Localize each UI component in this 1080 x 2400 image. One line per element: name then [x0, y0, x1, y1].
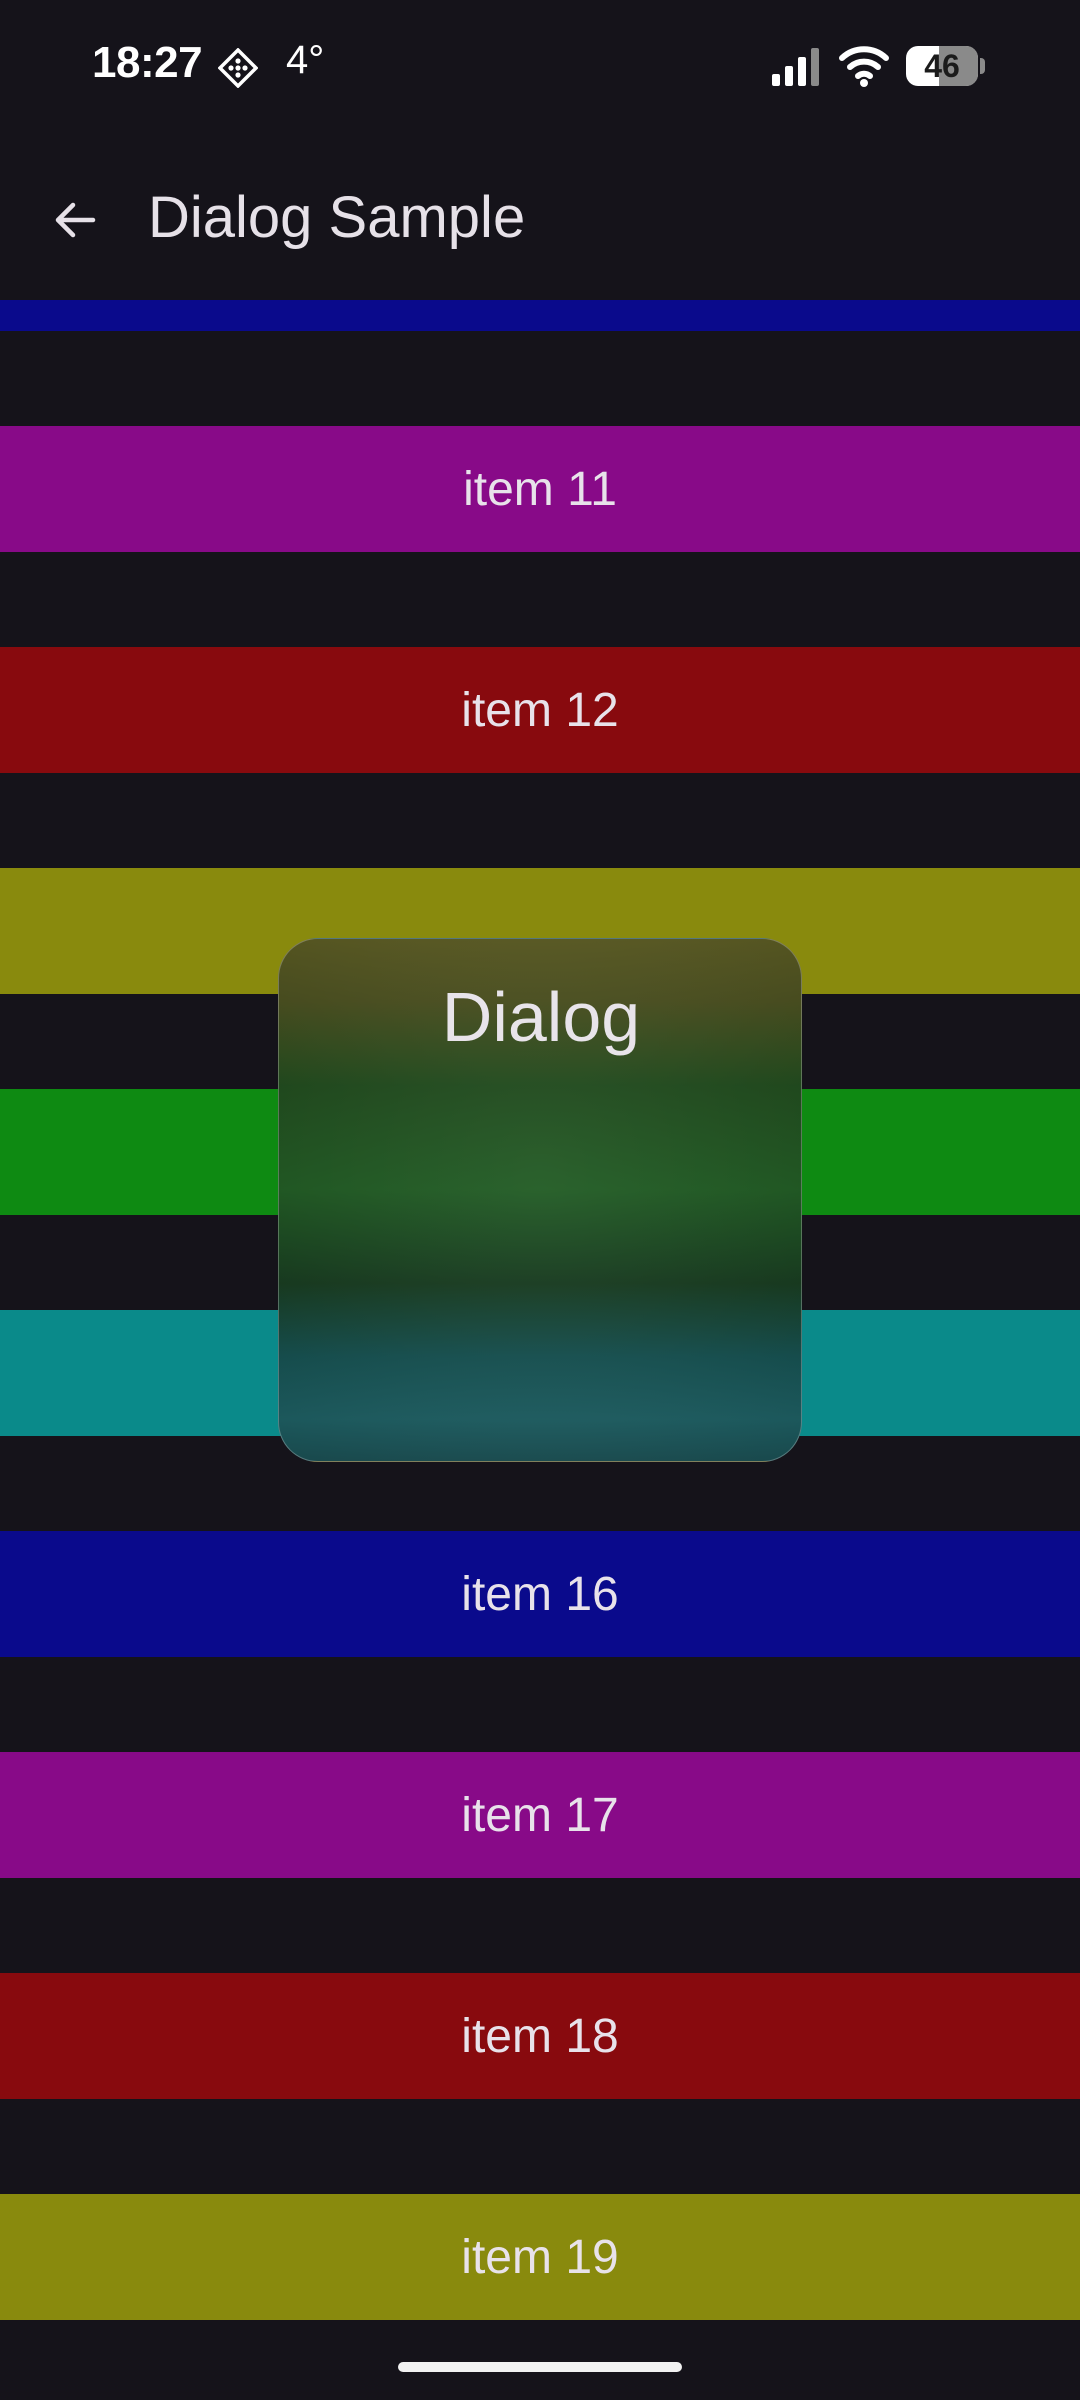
list-item[interactable]: item 19: [0, 2194, 1080, 2320]
page-title: Dialog Sample: [148, 185, 526, 250]
battery-icon: 46: [906, 46, 986, 86]
list-item-label: item 11: [463, 462, 617, 516]
arrow-back-icon: [55, 202, 96, 238]
top-app-bar: Dialog Sample: [0, 130, 1080, 300]
app-notification-icon: [218, 48, 258, 88]
list-item[interactable]: item 10: [0, 300, 1080, 331]
home-indicator[interactable]: [398, 2362, 682, 2372]
back-button[interactable]: [30, 175, 120, 265]
list-item[interactable]: item 12: [0, 647, 1080, 773]
list-item[interactable]: item 16: [0, 1531, 1080, 1657]
list-item[interactable]: item 17: [0, 1752, 1080, 1878]
dialog[interactable]: Dialog: [278, 938, 802, 1462]
status-time: 18:27: [92, 38, 203, 87]
list-item-label: item 18: [461, 2009, 619, 2063]
list-item[interactable]: item 11: [0, 426, 1080, 552]
battery-tip: [980, 58, 985, 74]
list-item-label: item 16: [461, 1567, 619, 1621]
battery-body: 46: [906, 46, 978, 86]
wifi-icon: [839, 46, 889, 87]
screen: 18:27 4° 46 Dialog Sample item 11 item 1…: [0, 0, 1080, 2400]
list-item[interactable]: item 18: [0, 1973, 1080, 2099]
cellular-signal-icon: [772, 48, 819, 86]
status-temperature: 4°: [286, 38, 325, 82]
list-item-label: item 19: [461, 2230, 619, 2284]
list-item-label: item 17: [461, 1788, 619, 1842]
status-bar: 18:27 4° 46: [0, 0, 1080, 130]
dialog-title: Dialog: [441, 978, 641, 1056]
list-item-label: item 12: [461, 683, 619, 737]
battery-level: 46: [924, 48, 960, 84]
